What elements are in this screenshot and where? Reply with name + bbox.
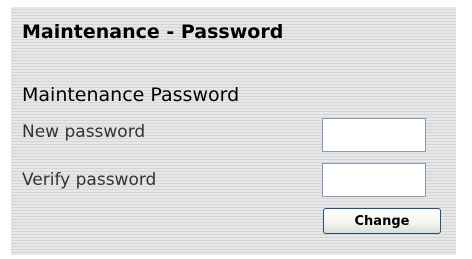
new-password-label: New password: [22, 122, 146, 142]
new-password-field[interactable]: [322, 118, 426, 152]
section-title: Maintenance Password: [22, 84, 240, 106]
page-title: Maintenance - Password: [22, 21, 284, 43]
change-button[interactable]: Change: [323, 208, 441, 234]
verify-password-label: Verify password: [22, 170, 157, 190]
verify-password-field[interactable]: [322, 163, 426, 197]
